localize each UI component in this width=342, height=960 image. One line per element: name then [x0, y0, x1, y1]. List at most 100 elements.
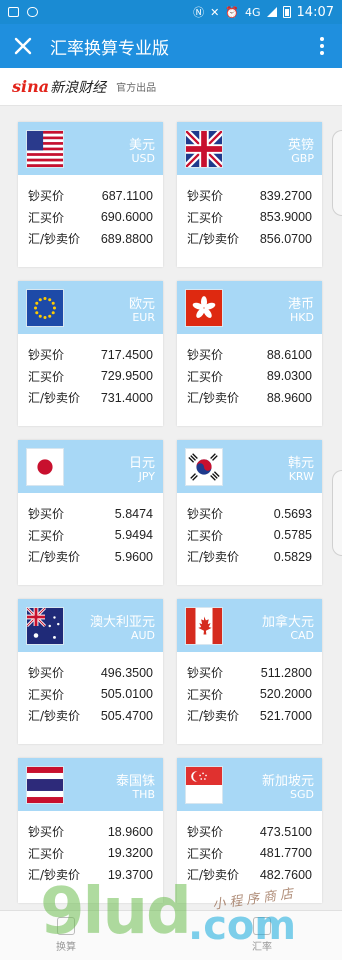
currency-card-gbp[interactable]: 英镑 GBP 钞买价 839.2700 汇买价 853.9000 汇/钞卖价 856.0700: [177, 122, 322, 267]
sell-label: 汇/钞卖价: [28, 550, 81, 565]
sell-value: 521.7000: [259, 708, 312, 723]
eu-flag-icon: [26, 289, 64, 327]
currency-name: 澳大利亚元: [89, 615, 155, 630]
cash-buy-row: 钞买价 839.2700: [177, 185, 322, 207]
cash-buy-value: 0.5693: [273, 506, 312, 521]
alarm-icon: ⏰: [225, 5, 239, 19]
cloud-icon: [27, 7, 38, 17]
page-title: 汇率换算专业版: [50, 38, 169, 59]
currency-card-jpy[interactable]: 日元 JPY 钞买价 5.8474 汇买价 5.9494 汇/钞卖价 5.9600: [18, 440, 163, 585]
sell-value: 731.4000: [100, 390, 153, 405]
currency-card-hkd[interactable]: 港币 HKD 钞买价 88.6100 汇买价 89.0300 汇/钞卖价 88.9600: [177, 281, 322, 426]
spot-buy-value: 690.6000: [100, 210, 153, 225]
cash-buy-row: 钞买价 88.6100: [177, 344, 322, 366]
kr-flag-icon: [185, 448, 223, 486]
rate-rows: 钞买价 717.4500 汇买价 729.9500 汇/钞卖价 731.4000: [18, 334, 163, 409]
currency-name: 英镑: [287, 138, 314, 153]
sell-row: 汇/钞卖价 856.0700: [177, 228, 322, 250]
cash-buy-label: 钞买价: [28, 189, 65, 204]
sell-row: 汇/钞卖价 482.7600: [177, 864, 322, 886]
spot-buy-value: 5.9494: [114, 528, 153, 543]
currency-card-sgd[interactable]: 新加坡元 SGD 钞买价 473.5100 汇买价 481.7700 汇/钞卖价 482.76…: [177, 758, 322, 903]
rate-rows: 钞买价 839.2700 汇买价 853.9000 汇/钞卖价 856.0700: [177, 175, 322, 250]
spot-buy-label: 汇买价: [28, 210, 65, 225]
spot-buy-label: 汇买价: [187, 687, 224, 702]
sell-value: 19.3700: [107, 867, 153, 882]
list-icon: [253, 917, 271, 935]
spot-buy-label: 汇买价: [187, 369, 224, 384]
sell-value: 0.5829: [273, 549, 312, 564]
currency-code: THB: [132, 788, 155, 801]
sell-value: 689.8800: [100, 231, 153, 246]
currency-card-thb[interactable]: 泰国铢 THB 钞买价 18.9600 汇买价 19.3200 汇/钞卖价 19.3700: [18, 758, 163, 903]
cash-buy-row: 钞买价 496.3500: [18, 662, 163, 684]
mute-icon: ✕: [210, 5, 220, 19]
cash-buy-value: 496.3500: [100, 665, 153, 680]
sell-value: 856.0700: [259, 231, 312, 246]
rate-rows: 钞买价 5.8474 汇买价 5.9494 汇/钞卖价 5.9600: [18, 493, 163, 568]
spot-buy-row: 汇买价 729.9500: [18, 366, 163, 388]
rate-rows: 钞买价 687.1100 汇买价 690.6000 汇/钞卖价 689.8800: [18, 175, 163, 250]
sell-label: 汇/钞卖价: [28, 709, 81, 724]
sg-flag-icon: [185, 766, 223, 804]
th-flag-icon: [26, 766, 64, 804]
side-drawer-handle[interactable]: [332, 470, 342, 556]
close-icon: [14, 37, 32, 55]
calculator-icon: [57, 917, 75, 935]
currency-card-cad[interactable]: 加拿大元 CAD 钞买价 511.2800 汇买价 520.2000 汇/钞卖价 521.70…: [177, 599, 322, 744]
more-dot-icon: [320, 37, 324, 41]
sell-label: 汇/钞卖价: [187, 550, 240, 565]
image-icon: [8, 7, 19, 17]
cash-buy-row: 钞买价 687.1100: [18, 185, 163, 207]
currency-name: 港币: [287, 297, 314, 312]
cash-buy-value: 511.2800: [260, 665, 312, 680]
spot-buy-row: 汇买价 505.0100: [18, 684, 163, 706]
spot-buy-value: 19.3200: [107, 846, 153, 861]
rate-rows: 钞买价 0.5693 汇买价 0.5785 汇/钞卖价 0.5829: [177, 493, 322, 568]
cash-buy-value: 473.5100: [259, 824, 312, 839]
spot-buy-row: 汇买价 5.9494: [18, 525, 163, 547]
sell-label: 汇/钞卖价: [28, 391, 81, 406]
spot-buy-value: 481.7700: [259, 846, 312, 861]
spot-buy-value: 89.0300: [266, 369, 312, 384]
bottom-tab-bar: 换算 汇率: [0, 910, 342, 960]
currency-card-eur[interactable]: 欧元 EUR 钞买价 717.4500 汇买价 729.9500 汇/钞卖价 731.4000: [18, 281, 163, 426]
tab-convert[interactable]: 换算: [56, 917, 76, 953]
rate-rows: 钞买价 18.9600 汇买价 19.3200 汇/钞卖价 19.3700: [18, 811, 163, 886]
currency-code: JPY: [138, 470, 155, 483]
sell-row: 汇/钞卖价 88.9600: [177, 387, 322, 409]
side-drawer-handle[interactable]: [332, 130, 342, 216]
currency-code: CAD: [290, 629, 314, 642]
currency-card-usd[interactable]: 美元 USD 钞买价 687.1100 汇买价 690.6000 汇/钞卖价 689.8800: [18, 122, 163, 267]
cash-buy-label: 钞买价: [187, 507, 224, 522]
currency-card-header: 英镑 GBP: [177, 122, 322, 175]
currency-name: 欧元: [128, 297, 155, 312]
tab-rates[interactable]: 汇率: [252, 917, 272, 953]
currency-card-aud[interactable]: 澳大利亚元 AUD 钞买价 496.3500 汇买价 505.0100 汇/钞卖价 505.4…: [18, 599, 163, 744]
jp-flag-icon: [26, 448, 64, 486]
cash-buy-value: 687.1100: [101, 188, 153, 203]
rate-rows: 钞买价 88.6100 汇买价 89.0300 汇/钞卖价 88.9600: [177, 334, 322, 409]
currency-name: 日元: [128, 456, 155, 471]
cash-buy-row: 钞买价 473.5100: [177, 821, 322, 843]
sell-label: 汇/钞卖价: [187, 232, 240, 247]
sell-row: 汇/钞卖价 19.3700: [18, 864, 163, 886]
currency-card-header: 加拿大元 CAD: [177, 599, 322, 652]
network-type: 4G: [245, 5, 261, 19]
spot-buy-label: 汇买价: [28, 528, 65, 543]
currency-name: 加拿大元: [261, 615, 314, 630]
sell-value: 88.9600: [266, 390, 312, 405]
rate-rows: 钞买价 496.3500 汇买价 505.0100 汇/钞卖价 505.4700: [18, 652, 163, 727]
sell-value: 505.4700: [100, 708, 153, 723]
currency-name: 韩元: [287, 456, 314, 471]
spot-buy-value: 729.9500: [100, 369, 153, 384]
more-options-button[interactable]: [302, 24, 342, 68]
rate-rows: 钞买价 473.5100 汇买价 481.7700 汇/钞卖价 482.7600: [177, 811, 322, 886]
au-flag-icon: [26, 607, 64, 645]
currency-card-krw[interactable]: 韩元 KRW 钞买价 0.5693 汇买价 0.5785 汇/钞卖价 0.5829: [177, 440, 322, 585]
spot-buy-row: 汇买价 520.2000: [177, 684, 322, 706]
currency-code: SGD: [290, 788, 314, 801]
currency-name: 泰国铢: [115, 774, 155, 789]
close-button[interactable]: [0, 24, 46, 68]
currency-card-header: 韩元 KRW: [177, 440, 322, 493]
